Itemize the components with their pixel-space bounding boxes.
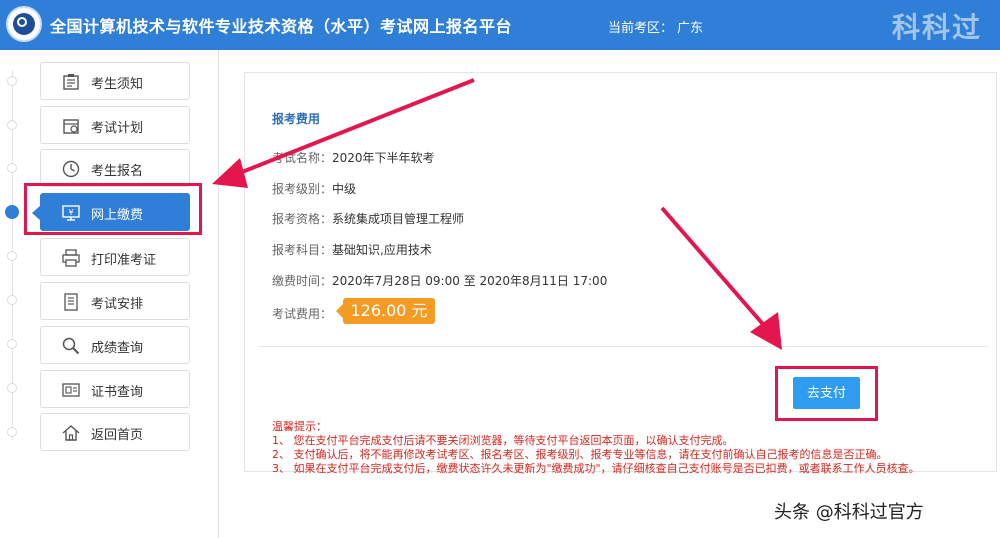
sidebar-item-print-admission[interactable]: 打印准考证 bbox=[40, 238, 190, 276]
field-value: 系统集成项目管理工程师 bbox=[332, 212, 465, 226]
field-key: 考试名称： bbox=[272, 151, 333, 165]
sidebar-item-label: 成绩查询 bbox=[91, 341, 144, 356]
sidebar-item-home[interactable]: 返回首页 bbox=[40, 413, 190, 451]
certificate-icon bbox=[62, 383, 80, 397]
current-region-label: 当前考区： bbox=[608, 21, 674, 36]
document-icon bbox=[64, 293, 78, 311]
exam-logo-icon bbox=[6, 6, 42, 42]
sidebar-item-label: 证书查询 bbox=[91, 385, 144, 400]
current-region-value: 广东 bbox=[677, 21, 704, 36]
timeline-dot bbox=[7, 383, 17, 393]
sidebar-item-score-query[interactable]: 成绩查询 bbox=[40, 326, 190, 364]
field-exam-name: 考试名称：2020年下半年软考 bbox=[272, 149, 435, 166]
tips-line: 3、 如果在支付平台完成支付后，缴费状态许久未更新为"缴费成功"，请仔细核查自己… bbox=[272, 462, 920, 475]
field-key: 报考科目： bbox=[272, 243, 333, 257]
sidebar-item-label: 考生报名 bbox=[91, 164, 144, 179]
field-value: 2020年7月28日 09:00 至 2020年8月11日 17:00 bbox=[332, 274, 608, 288]
annotation-highlight-nav bbox=[24, 183, 202, 235]
sidebar-item-label: 考试计划 bbox=[91, 121, 144, 136]
field-exam-fee: 考试费用： bbox=[272, 305, 332, 322]
sidebar-item-label: 考试安排 bbox=[91, 297, 144, 312]
tips-title: 温馨提示： bbox=[272, 420, 327, 433]
sidebar-item-certificate-query[interactable]: 证书查询 bbox=[40, 370, 190, 408]
timeline-dot bbox=[7, 339, 17, 349]
sidebar-item-registration[interactable]: 考生报名 bbox=[40, 149, 190, 187]
sidebar-item-label: 考生须知 bbox=[91, 77, 144, 92]
watermark-top: 科科过 bbox=[892, 11, 983, 44]
field-exam-subjects: 报考科目：基础知识,应用技术 bbox=[272, 241, 432, 258]
field-value: 2020年下半年软考 bbox=[332, 151, 435, 165]
field-value: 基础知识,应用技术 bbox=[332, 243, 432, 257]
top-header: 全国计算机技术与软件专业技术资格（水平）考试网上报名平台 当前考区： 广东 科科… bbox=[0, 0, 1000, 50]
timeline-dot bbox=[7, 427, 17, 437]
printer-icon bbox=[62, 249, 80, 267]
sidebar-item-label: 打印准考证 bbox=[91, 253, 157, 268]
sidebar-item-exam-schedule[interactable]: 考试安排 bbox=[40, 282, 190, 320]
page-title: 全国计算机技术与软件专业技术资格（水平）考试网上报名平台 bbox=[50, 17, 513, 36]
watermark-bottom: 头条 @科科过官方 bbox=[774, 502, 924, 523]
field-key: 考试费用： bbox=[272, 307, 333, 321]
timeline-dot-active bbox=[5, 205, 19, 219]
timeline-dot bbox=[7, 120, 17, 130]
field-key: 报考资格： bbox=[272, 212, 333, 226]
pay-button[interactable]: 去支付 bbox=[793, 377, 860, 409]
timeline-dot bbox=[7, 295, 17, 305]
timeline-dot bbox=[7, 251, 17, 261]
warm-tips: 温馨提示： 1、 您在支付平台完成支付后请不要关闭浏览器，等待支付平台返回本页面… bbox=[272, 420, 920, 476]
fee-amount-badge: 126.00 元 bbox=[336, 298, 435, 324]
field-exam-level: 报考级别：中级 bbox=[272, 180, 356, 197]
notice-icon bbox=[63, 74, 79, 90]
calendar-icon bbox=[63, 119, 79, 134]
timeline-dot bbox=[7, 76, 17, 86]
field-payment-time: 缴费时间：2020年7月28日 09:00 至 2020年8月11日 17:00 bbox=[272, 272, 607, 289]
sidebar-item-exam-notice[interactable]: 考生须知 bbox=[40, 62, 190, 100]
field-value: 中级 bbox=[332, 182, 357, 196]
clock-icon bbox=[62, 160, 80, 178]
current-region: 当前考区： 广东 bbox=[608, 17, 703, 36]
field-key: 报考级别： bbox=[272, 182, 333, 196]
field-exam-qualification: 报考资格：系统集成项目管理工程师 bbox=[272, 210, 464, 227]
sidebar-item-exam-plan[interactable]: 考试计划 bbox=[40, 106, 190, 144]
tips-line: 2、 支付确认后，将不能再修改考试考区、报名考区、报考级别、报考专业等信息，请在… bbox=[272, 448, 888, 461]
home-icon bbox=[62, 425, 80, 441]
divider bbox=[258, 346, 988, 347]
sidebar-item-label: 返回首页 bbox=[91, 428, 144, 443]
magnifier-icon bbox=[62, 337, 80, 355]
section-title: 报考费用 bbox=[272, 112, 321, 126]
field-key: 缴费时间： bbox=[272, 274, 333, 288]
timeline-dot bbox=[7, 163, 17, 173]
tips-line: 1、 您在支付平台完成支付后请不要关闭浏览器，等待支付平台返回本页面，以确认支付… bbox=[272, 434, 734, 447]
